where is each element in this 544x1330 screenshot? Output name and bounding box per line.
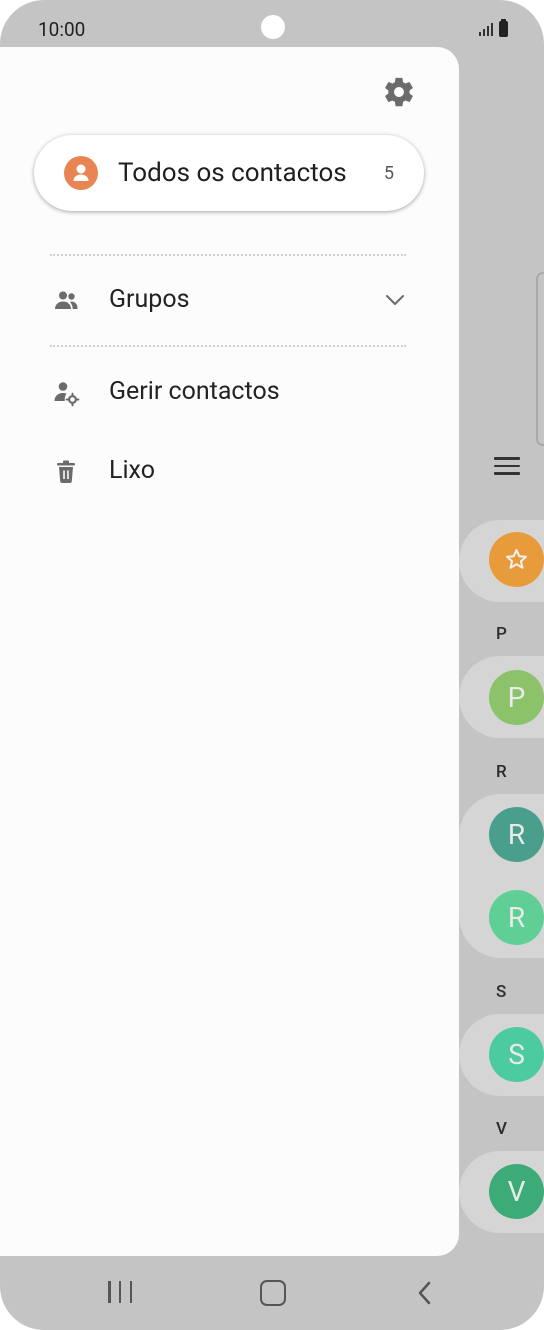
contact-avatar[interactable]: R: [489, 890, 544, 945]
contact-avatar[interactable]: P: [489, 670, 544, 725]
section-letter: V: [496, 1119, 507, 1139]
system-icons: [479, 19, 508, 38]
menu-item-groups[interactable]: Grupos: [0, 271, 459, 331]
menu-item-trash[interactable]: Lixo: [0, 442, 459, 502]
background-menu-icon[interactable]: [494, 452, 520, 480]
section-letter: S: [496, 982, 507, 1002]
chevron-down-icon[interactable]: [384, 289, 406, 311]
menu-item-manage-contacts[interactable]: Gerir contactos: [0, 363, 459, 423]
trash-icon: [57, 460, 75, 483]
system-nav-bar: [0, 1256, 544, 1330]
menu-item-label: Gerir contactos: [109, 377, 280, 406]
section-letter: P: [496, 624, 507, 644]
background-scroll-indicator: [536, 272, 544, 446]
contacts-count: 5: [383, 163, 394, 184]
divider: [50, 254, 406, 256]
group-icon: [55, 291, 78, 309]
recent-apps-icon[interactable]: [108, 1281, 132, 1303]
section-letter: R: [496, 762, 507, 782]
front-camera: [261, 15, 285, 39]
favorite-avatar[interactable]: [489, 532, 544, 587]
signal-icon: [479, 22, 493, 36]
person-icon: [64, 156, 98, 190]
back-icon[interactable]: [414, 1280, 436, 1306]
menu-item-label: Lixo: [109, 456, 155, 485]
contact-avatar[interactable]: R: [489, 807, 544, 862]
home-icon[interactable]: [260, 1280, 286, 1306]
navigation-drawer: Todos os contactos 5 Grupos Gerir contac…: [0, 47, 459, 1256]
all-contacts-button[interactable]: Todos os contactos 5: [34, 135, 424, 211]
star-icon: [506, 549, 527, 569]
contact-avatar[interactable]: S: [489, 1027, 544, 1082]
status-time: 10:00: [38, 18, 86, 41]
contact-avatar[interactable]: V: [489, 1164, 544, 1219]
divider: [50, 345, 406, 347]
all-contacts-label: Todos os contactos: [118, 158, 347, 188]
settings-gear-icon[interactable]: [382, 75, 416, 109]
battery-icon: [499, 19, 508, 37]
manage-contacts-icon: [54, 382, 80, 407]
menu-item-label: Grupos: [109, 285, 190, 314]
phone-screen: 10:00 P P R R R S S V V Todos os contact…: [0, 0, 544, 1330]
